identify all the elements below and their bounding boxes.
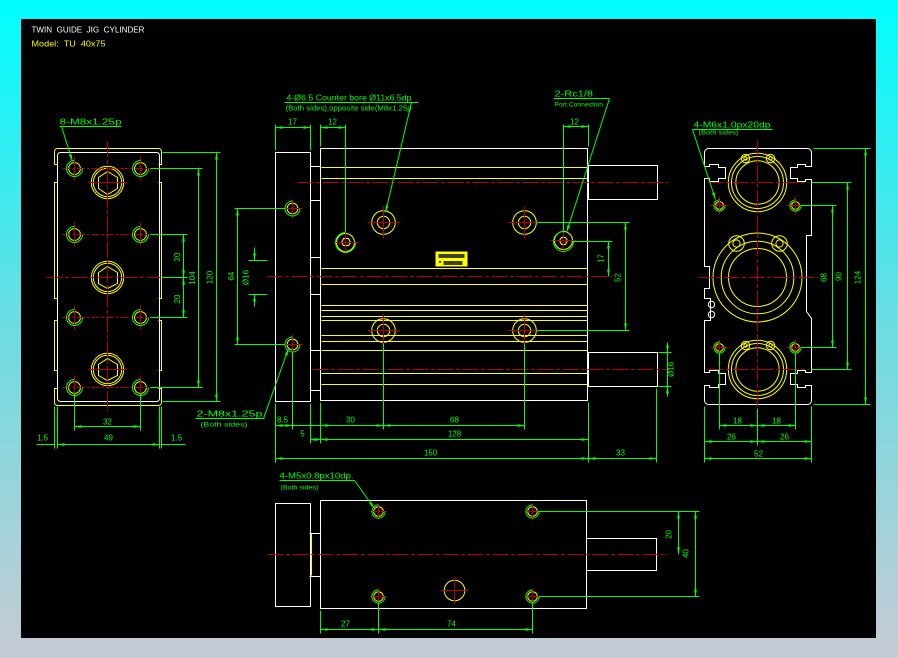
svg-text:30: 30 (346, 416, 355, 425)
svg-text:8.5: 8.5 (277, 416, 289, 425)
svg-text:18: 18 (733, 417, 742, 426)
svg-text:Model: TU 40x75: Model: TU 40x75 (32, 39, 106, 49)
svg-text:4-M5x0.8px10dp.: 4-M5x0.8px10dp. (280, 472, 354, 481)
svg-text:18: 18 (772, 417, 781, 426)
svg-text:17: 17 (597, 254, 606, 263)
svg-text:74: 74 (447, 620, 456, 629)
svg-text:1.5: 1.5 (171, 434, 183, 443)
svg-text:(Both sides),opposite side(M8x: (Both sides),opposite side(M8x1.25p (286, 106, 412, 113)
svg-text:2-Rc1/8: 2-Rc1/8 (555, 90, 594, 99)
svg-text:124: 124 (854, 270, 863, 284)
svg-text:40: 40 (682, 549, 691, 558)
svg-text:4-M6x1.0px20dp: 4-M6x1.0px20dp (694, 121, 772, 130)
svg-text:4-Ø6.5 Counter bore Ø11x6.5dp: 4-Ø6.5 Counter bore Ø11x6.5dp (287, 94, 413, 103)
svg-text:(Both sides): (Both sides) (699, 130, 739, 137)
svg-text:8-M8x1.25p: 8-M8x1.25p (60, 118, 123, 127)
svg-text:64: 64 (227, 271, 236, 280)
svg-text:20: 20 (665, 530, 674, 539)
svg-text:33: 33 (616, 449, 625, 458)
svg-text:17: 17 (288, 118, 297, 127)
svg-text:Ø16: Ø16 (242, 269, 251, 285)
svg-text:Ø16: Ø16 (666, 361, 675, 377)
svg-text:120: 120 (206, 270, 215, 284)
svg-text:TWIN GUIDE JIG CYLINDER: TWIN GUIDE JIG CYLINDER (32, 25, 145, 35)
svg-text:12: 12 (328, 118, 337, 127)
svg-text:52: 52 (614, 273, 623, 282)
svg-text:Port Connection: Port Connection (555, 102, 604, 109)
svg-text:52: 52 (754, 450, 763, 459)
svg-text:5: 5 (300, 430, 305, 439)
svg-text:26: 26 (727, 433, 736, 442)
svg-text:68: 68 (450, 416, 459, 425)
svg-text:68: 68 (820, 273, 829, 282)
svg-text:12: 12 (570, 118, 579, 127)
svg-text:49: 49 (104, 434, 113, 443)
svg-text:(Both sides): (Both sides) (281, 485, 319, 492)
svg-text:104: 104 (188, 271, 197, 285)
svg-text:32: 32 (103, 418, 112, 427)
svg-text:2-M8x1.25p: 2-M8x1.25p (197, 410, 264, 419)
svg-text:20: 20 (173, 294, 182, 303)
svg-text:27: 27 (341, 620, 350, 629)
svg-text:26: 26 (780, 433, 789, 442)
svg-text:(Both sides): (Both sides) (201, 422, 248, 429)
svg-text:90: 90 (835, 272, 844, 281)
svg-text:1.5: 1.5 (37, 434, 49, 443)
svg-text:150: 150 (424, 449, 438, 458)
svg-text:20: 20 (173, 252, 182, 261)
svg-text:128: 128 (448, 430, 462, 439)
